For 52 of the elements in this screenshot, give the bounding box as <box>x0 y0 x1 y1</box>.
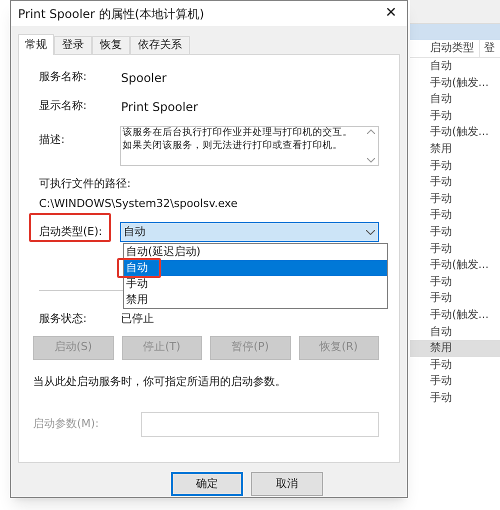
table-cell-text: 手动(触发... <box>430 257 488 274</box>
tab[interactable]: 恢复 <box>92 36 130 54</box>
table-cell-text: 禁用 <box>430 340 453 356</box>
table-cell-text: 手动 <box>430 240 453 257</box>
column-header[interactable]: 启动类型 <box>410 40 480 57</box>
path-text: C:\WINDOWS\System32\spoolsv.exe <box>39 196 238 212</box>
table-cell-text: 手动 <box>430 390 453 406</box>
table-cell-text: 手动 <box>430 108 453 124</box>
field-label: 启动参数(M): <box>33 416 100 432</box>
dialog-button[interactable]: 取消 <box>251 472 323 496</box>
table-cell-text: 手动(触发... <box>430 306 488 323</box>
status-text: 已停止 <box>121 311 154 327</box>
table-cell-text: 自动 <box>430 324 453 340</box>
table-cell-text: 手动 <box>430 207 453 224</box>
table-cell-text: 禁用 <box>430 141 453 158</box>
scrollbar[interactable] <box>364 127 378 165</box>
hint-text: 当从此处启动服务时，你可指定所适用的启动参数。 <box>33 374 287 390</box>
field-label: 描述: <box>39 132 66 148</box>
dropdown-option[interactable]: 手动 <box>124 276 387 292</box>
table-cell-text: 手动(触发... <box>430 74 488 91</box>
tab[interactable]: 登录 <box>54 36 92 54</box>
dropdown-option[interactable]: 自动 <box>124 260 387 276</box>
field-label: 服务状态: <box>39 311 88 327</box>
table-row[interactable]: 禁用 <box>410 340 500 357</box>
chevron-icon <box>366 230 375 234</box>
table-cell-text: 自动 <box>430 58 453 74</box>
dialog-button[interactable]: 确定 <box>171 472 243 496</box>
window-title: Print Spooler 的属性(本地计算机) <box>18 6 204 22</box>
table-cell-text: 手动(触发... <box>430 124 488 140</box>
table-cell-text: 手动 <box>430 274 453 290</box>
table-cell-text: 手动 <box>430 356 453 373</box>
dropdown-option[interactable]: 禁用 <box>124 292 387 308</box>
table-cell-text: 手动 <box>430 373 453 390</box>
table-cell-text: 手动 <box>430 224 453 240</box>
tab[interactable]: 常规 <box>18 34 54 55</box>
table-cell-text: 手动 <box>430 190 453 207</box>
field-label: 显示名称: <box>39 98 88 114</box>
field-label: 启动类型(E): <box>39 224 104 240</box>
close-button[interactable]: ✕ <box>375 1 407 26</box>
field-label: 可执行文件的路径: <box>39 176 132 192</box>
table-cell-text: 手动 <box>430 158 453 174</box>
field-value: Print Spooler <box>121 99 198 116</box>
dropdown-option[interactable]: 自动(延迟启动) <box>124 244 387 260</box>
table-cell-text: 自动 <box>430 91 453 108</box>
table-cell-text: 手动 <box>430 174 453 190</box>
tab[interactable]: 依存关系 <box>130 36 190 54</box>
field-value: Spooler <box>121 70 167 87</box>
field-label: 服务名称: <box>39 69 88 85</box>
table-cell-text: 手动 <box>430 290 453 306</box>
dropdown[interactable]: 自动 <box>120 222 379 242</box>
description-text: 该服务在后台执行打印作业并处理与打印机的交互。如果关闭该服务，则无法进行打印或查看打印机。 <box>122 127 354 152</box>
column-header[interactable]: 登 <box>480 40 495 57</box>
